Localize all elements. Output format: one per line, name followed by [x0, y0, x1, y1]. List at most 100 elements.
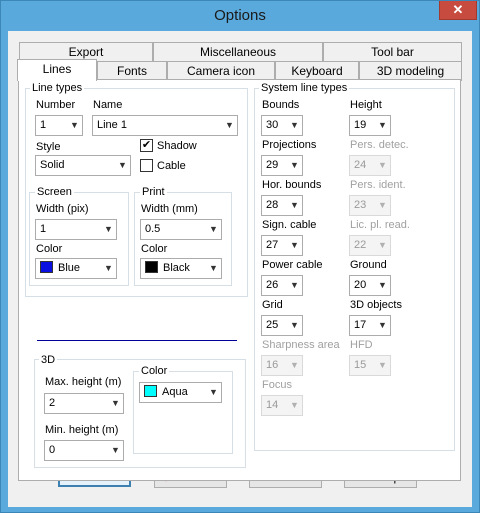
style-value: Solid: [40, 159, 65, 171]
screen-width-select[interactable]: 1 ▼: [35, 219, 117, 240]
three-d-color-label: Color: [139, 365, 170, 377]
3d-objects-label: 3D objects: [350, 299, 402, 311]
focus-value: 14: [266, 399, 279, 411]
chevron-down-icon: ▼: [378, 160, 387, 170]
three-d-color-group: Color Aqua ▼: [133, 365, 233, 454]
screen-color-select[interactable]: Blue ▼: [35, 258, 117, 279]
max-height-value: 2: [49, 397, 56, 409]
cable-checkbox[interactable]: [140, 159, 153, 172]
shadow-checkbox[interactable]: ✔: [140, 139, 153, 152]
projections-label: Projections: [262, 139, 317, 151]
shadow-label: Shadow: [157, 140, 197, 152]
print-width-label: Width (mm): [141, 203, 198, 215]
sign-cable-select[interactable]: 27 ▼: [261, 235, 303, 256]
chevron-down-icon: ▼: [378, 280, 387, 290]
dialog-client: Export Miscellaneous Tool bar Lines Font…: [8, 31, 472, 507]
window-title: Options: [214, 7, 266, 24]
power-cable-select[interactable]: 26 ▼: [261, 275, 303, 296]
tab-fonts[interactable]: Fonts: [97, 61, 167, 81]
tab-miscellaneous[interactable]: Miscellaneous: [153, 42, 323, 62]
cable-label: Cable: [157, 160, 186, 172]
hfd-value: 15: [354, 359, 367, 371]
screen-color-label: Color: [36, 243, 63, 255]
chevron-down-icon: ▼: [104, 224, 113, 234]
name-value: Line 1: [97, 119, 127, 131]
sharpness-area-select: 16 ▼: [261, 355, 303, 376]
grid-value: 25: [266, 319, 279, 331]
height-select[interactable]: 19 ▼: [349, 115, 391, 136]
ground-label: Ground: [350, 259, 387, 271]
pers-detec-select: 24 ▼: [349, 155, 391, 176]
ground-value: 20: [354, 279, 367, 291]
lic-pl-read-label: Lic. pl. read.: [350, 219, 410, 231]
pers-ident-value: 23: [354, 199, 367, 211]
tab-camera-icon[interactable]: Camera icon: [167, 61, 275, 81]
name-select[interactable]: Line 1 ▼: [92, 115, 238, 136]
print-color-select[interactable]: Black ▼: [140, 258, 222, 279]
focus-label: Focus: [262, 379, 292, 391]
chevron-down-icon: ▼: [378, 360, 387, 370]
chevron-down-icon: ▼: [111, 398, 120, 408]
tab-tool-bar[interactable]: Tool bar: [323, 42, 462, 62]
grid-label: Grid: [262, 299, 283, 311]
name-label: Name: [93, 99, 123, 111]
chevron-down-icon: ▼: [290, 120, 299, 130]
focus-select: 14 ▼: [261, 395, 303, 416]
screen-group: Screen Width (pix) 1 ▼ Color Blue ▼: [29, 186, 129, 286]
chevron-down-icon: ▼: [209, 224, 218, 234]
3d-objects-select[interactable]: 17 ▼: [349, 315, 391, 336]
tab-3d-modeling[interactable]: 3D modeling: [359, 61, 462, 81]
chevron-down-icon: ▼: [118, 160, 127, 170]
chevron-down-icon: ▼: [290, 320, 299, 330]
chevron-down-icon: ▼: [290, 400, 299, 410]
screen-color-value: Blue: [58, 262, 81, 274]
screen-title: Screen: [35, 186, 74, 198]
chevron-down-icon: ▼: [290, 240, 299, 250]
sharpness-area-value: 16: [266, 359, 279, 371]
three-d-color-select[interactable]: Aqua ▼: [139, 382, 222, 403]
style-select[interactable]: Solid ▼: [35, 155, 131, 176]
sign-cable-label: Sign. cable: [262, 219, 317, 231]
sharpness-area-label: Sharpness area: [262, 339, 340, 351]
ground-select[interactable]: 20 ▼: [349, 275, 391, 296]
close-icon[interactable]: ✕: [439, 1, 477, 20]
options-window: Options ✕ Export Miscellaneous Tool bar …: [0, 0, 480, 513]
min-height-select[interactable]: 0 ▼: [44, 440, 124, 461]
max-height-select[interactable]: 2 ▼: [44, 393, 124, 414]
print-width-select[interactable]: 0.5 ▼: [140, 219, 222, 240]
aqua-swatch: [144, 385, 157, 397]
chevron-down-icon: ▼: [378, 320, 387, 330]
line-types-group: Line types Number Name 1 ▼ Line 1 ▼ Styl…: [25, 82, 248, 297]
print-title: Print: [140, 186, 167, 198]
chevron-down-icon: ▼: [378, 240, 387, 250]
style-label: Style: [36, 141, 61, 153]
print-color-label: Color: [141, 243, 168, 255]
grid-select[interactable]: 25 ▼: [261, 315, 303, 336]
tab-lines[interactable]: Lines: [17, 59, 97, 81]
black-swatch: [145, 261, 158, 273]
bounds-select[interactable]: 30 ▼: [261, 115, 303, 136]
max-height-label: Max. height (m): [45, 376, 122, 388]
chevron-down-icon: ▼: [70, 120, 79, 130]
chevron-down-icon: ▼: [209, 387, 218, 397]
pers-ident-label: Pers. ident.: [350, 179, 406, 191]
chevron-down-icon: ▼: [111, 445, 120, 455]
power-cable-label: Power cable: [262, 259, 323, 271]
hor-bounds-select[interactable]: 28 ▼: [261, 195, 303, 216]
bounds-value: 30: [266, 119, 279, 131]
system-line-types-group: System line types Bounds 30 ▼ Height 19 ▼ …: [254, 82, 455, 451]
line-types-title: Line types: [30, 82, 85, 94]
chevron-down-icon: ▼: [378, 200, 387, 210]
chevron-down-icon: ▼: [290, 200, 299, 210]
projections-select[interactable]: 29 ▼: [261, 155, 303, 176]
system-line-types-title: System line types: [259, 82, 350, 94]
chevron-down-icon: ▼: [290, 280, 299, 290]
three-d-color-value: Aqua: [162, 386, 188, 398]
number-select[interactable]: 1 ▼: [35, 115, 83, 136]
tab-keyboard[interactable]: Keyboard: [275, 61, 359, 81]
pers-detec-value: 24: [354, 159, 367, 171]
3d-objects-value: 17: [354, 319, 367, 331]
min-height-label: Min. height (m): [45, 424, 119, 436]
projections-value: 29: [266, 159, 279, 171]
three-d-group: 3D Max. height (m) 2 ▼ Min. height (m) 0…: [34, 354, 246, 468]
